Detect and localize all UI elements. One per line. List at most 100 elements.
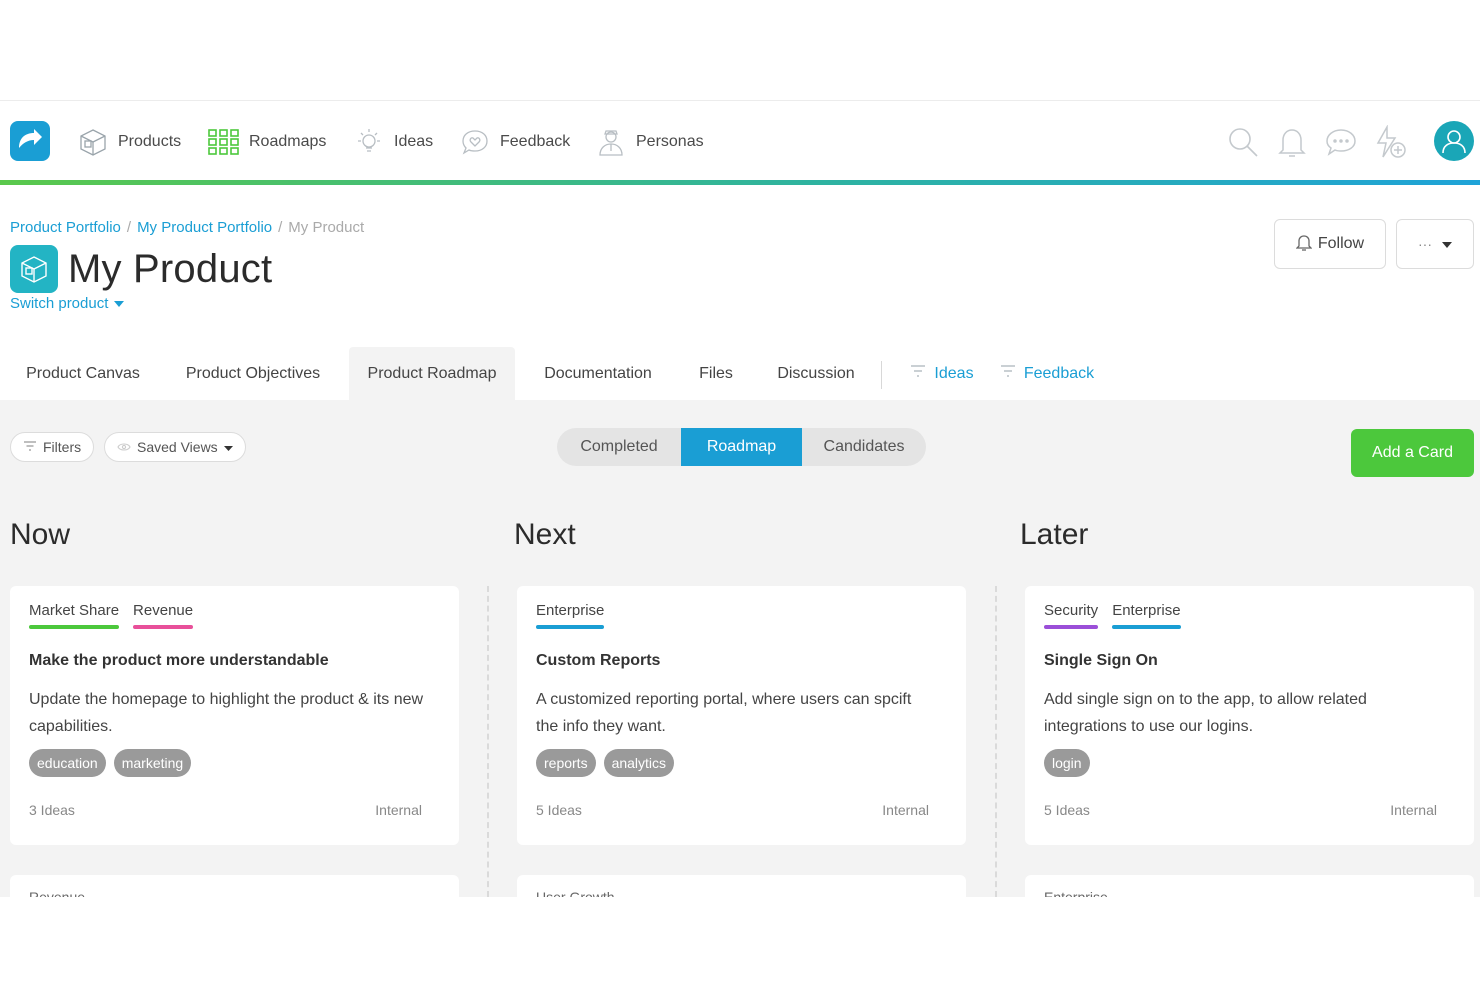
saved-views-dropdown[interactable]: Saved Views — [104, 432, 246, 462]
nav-products[interactable]: Products — [78, 125, 181, 159]
tag[interactable]: marketing — [113, 749, 192, 777]
roadmap-card[interactable]: Enterprise — [1025, 875, 1474, 897]
card-description: A customized reporting portal, where use… — [536, 691, 912, 735]
card-description: Add single sign on to the app, to allow … — [1044, 691, 1367, 735]
switch-product-link[interactable]: Switch product — [10, 295, 125, 312]
nav-label: Roadmaps — [249, 133, 327, 150]
breadcrumb-current: My Product — [288, 219, 365, 236]
lightning-plus-icon[interactable] — [1373, 123, 1407, 161]
visibility-label: Internal — [1390, 802, 1437, 818]
grid-icon — [208, 129, 239, 155]
filter-icon — [1000, 364, 1016, 383]
nav-personas[interactable]: Personas — [596, 125, 704, 159]
ideas-count[interactable]: 5 Ideas — [536, 802, 582, 818]
category-label: Enterprise — [1044, 889, 1108, 897]
tab-feedback-label: Feedback — [1023, 364, 1095, 382]
nav-label: Ideas — [394, 133, 434, 150]
card-title: Single Sign On — [1044, 652, 1158, 669]
column-title-next: Next — [514, 518, 576, 551]
segment-candidates[interactable]: Candidates — [802, 428, 926, 466]
chat-icon[interactable] — [1324, 123, 1358, 161]
ideas-count[interactable]: 3 Ideas — [29, 802, 75, 818]
category-label: Revenue — [29, 889, 86, 897]
app-frame: Products Roadmaps Ideas Feedback Persona… — [0, 100, 1480, 897]
add-card-button[interactable]: Add a Card — [1351, 429, 1474, 477]
nav-feedback[interactable]: Feedback — [460, 125, 570, 159]
tag-list: education marketing — [29, 749, 192, 777]
nav-label: Personas — [636, 133, 704, 150]
tag[interactable]: analytics — [603, 749, 675, 777]
breadcrumb-link[interactable]: Product Portfolio — [10, 219, 121, 236]
bell-icon — [1295, 233, 1313, 256]
bell-icon[interactable] — [1275, 123, 1309, 161]
nav-roadmaps[interactable]: Roadmaps — [208, 125, 326, 159]
caret-down-icon — [1442, 236, 1452, 252]
roadmap-card[interactable]: Market Share Revenue Make the product mo… — [10, 586, 459, 845]
breadcrumb-link[interactable]: My Product Portfolio — [137, 219, 272, 236]
roadmap-view-switch: Completed Roadmap Candidates — [557, 428, 926, 466]
ideas-count[interactable]: 5 Ideas — [1044, 802, 1090, 818]
search-icon[interactable] — [1226, 123, 1260, 161]
switch-product-label: Switch product — [10, 295, 109, 312]
tag[interactable]: education — [29, 749, 106, 777]
nav-label: Products — [118, 133, 182, 150]
tab-ideas-filter[interactable]: Ideas — [902, 347, 982, 400]
user-avatar-icon[interactable] — [1434, 121, 1474, 161]
more-dots-icon: ··· — [1418, 236, 1432, 252]
chat-heart-icon — [460, 127, 490, 157]
tab-files[interactable]: Files — [684, 347, 748, 400]
page-title: My Product — [68, 246, 273, 291]
category-label: User Growth — [536, 889, 615, 897]
more-options-button[interactable]: ··· — [1396, 219, 1474, 269]
roadmap-card[interactable]: Revenue — [10, 875, 459, 897]
breadcrumb: Product Portfolio / My Product Portfolio… — [10, 219, 364, 236]
category-label: Revenue — [133, 602, 194, 629]
category-list: Security Enterprise — [1044, 602, 1181, 629]
segment-roadmap[interactable]: Roadmap — [681, 428, 802, 466]
tab-feedback-filter[interactable]: Feedback — [994, 347, 1100, 400]
product-header: Product Portfolio / My Product Portfolio… — [0, 185, 1480, 400]
tab-product-canvas[interactable]: Product Canvas — [10, 347, 156, 400]
tab-product-objectives[interactable]: Product Objectives — [166, 347, 340, 400]
tag-list: reports analytics — [536, 749, 675, 777]
follow-button[interactable]: Follow — [1274, 219, 1386, 269]
product-box-icon — [10, 245, 58, 293]
tab-ideas-label: Ideas — [934, 364, 974, 382]
roadmap-card[interactable]: Enterprise Custom Reports A customized r… — [517, 586, 966, 845]
tag[interactable]: login — [1044, 749, 1090, 777]
tag[interactable]: reports — [536, 749, 596, 777]
filter-icon — [910, 364, 926, 383]
top-navigation: Products Roadmaps Ideas Feedback Persona… — [0, 100, 1480, 180]
nav-label: Feedback — [500, 133, 571, 150]
caret-down-icon — [223, 439, 233, 455]
caret-down-icon — [114, 295, 125, 312]
saved-views-label: Saved Views — [137, 439, 218, 455]
follow-label: Follow — [1317, 235, 1365, 252]
title-row: My Product — [10, 245, 272, 293]
tab-discussion[interactable]: Discussion — [762, 347, 870, 400]
breadcrumb-separator: / — [126, 219, 132, 236]
category-list: Market Share Revenue — [29, 602, 194, 629]
roadmap-card[interactable]: Security Enterprise Single Sign On Add s… — [1025, 586, 1474, 845]
tab-divider — [881, 361, 882, 389]
app-logo[interactable] — [10, 121, 50, 161]
segment-completed[interactable]: Completed — [557, 428, 681, 466]
eye-icon — [117, 439, 131, 455]
filter-icon — [23, 439, 37, 455]
box-icon — [78, 127, 108, 157]
tab-documentation[interactable]: Documentation — [526, 347, 670, 400]
column-title-now: Now — [10, 518, 71, 551]
column-title-later: Later — [1020, 518, 1089, 551]
visibility-label: Internal — [882, 802, 929, 818]
column-divider — [995, 586, 997, 897]
person-icon — [596, 127, 626, 157]
card-description: Update the homepage to highlight the pro… — [29, 691, 424, 735]
nav-ideas[interactable]: Ideas — [354, 125, 433, 159]
column-divider — [487, 586, 489, 897]
roadmap-card[interactable]: User Growth — [517, 875, 966, 897]
card-title: Custom Reports — [536, 652, 661, 669]
lightbulb-icon — [354, 127, 384, 157]
tab-product-roadmap[interactable]: Product Roadmap — [349, 347, 515, 400]
category-label: Enterprise — [536, 602, 605, 629]
filters-button[interactable]: Filters — [10, 432, 95, 462]
